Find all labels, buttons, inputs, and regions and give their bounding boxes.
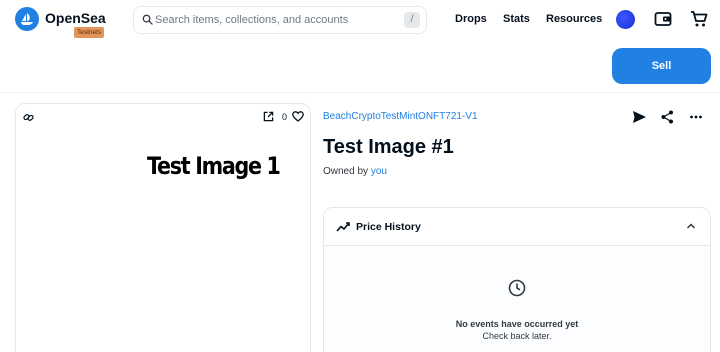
search-bar[interactable]: Search items, collections, and accounts … bbox=[133, 6, 427, 34]
cart-icon[interactable] bbox=[690, 10, 708, 28]
opensea-logo-icon[interactable] bbox=[15, 7, 39, 31]
profile-avatar[interactable] bbox=[616, 10, 635, 29]
price-history-header[interactable]: Price History bbox=[324, 208, 710, 246]
top-navbar: OpenSea Testnets Search items, collectio… bbox=[0, 0, 720, 40]
media-toolbar: 0 bbox=[16, 104, 310, 130]
transfer-icon[interactable] bbox=[632, 110, 647, 124]
nav-stats[interactable]: Stats bbox=[503, 13, 530, 25]
owned-by: Owned by you bbox=[323, 166, 387, 177]
sell-button[interactable]: Sell bbox=[612, 48, 711, 84]
clock-icon bbox=[508, 279, 526, 297]
item-title: Test Image #1 bbox=[323, 136, 454, 158]
heart-icon[interactable] bbox=[292, 111, 304, 122]
nft-image: Test Image 1 bbox=[147, 152, 281, 180]
more-options-icon[interactable] bbox=[689, 110, 703, 124]
nav-resources[interactable]: Resources bbox=[546, 13, 602, 25]
empty-state-subtitle: Check back later. bbox=[482, 331, 552, 341]
testnets-badge: Testnets bbox=[74, 27, 105, 38]
price-history-panel: Price History No events have occurred ye… bbox=[323, 207, 711, 352]
item-media-card: 0 Test Image 1 bbox=[15, 103, 311, 352]
price-history-title: Price History bbox=[356, 221, 421, 233]
price-history-body: No events have occurred yet Check back l… bbox=[324, 246, 710, 352]
divider bbox=[0, 92, 720, 93]
empty-state-title: No events have occurred yet bbox=[455, 319, 579, 329]
open-external-icon[interactable] bbox=[263, 111, 274, 122]
chevron-up-icon[interactable] bbox=[686, 222, 696, 230]
trending-icon bbox=[336, 222, 350, 232]
favorite-count: 0 bbox=[282, 112, 288, 122]
search-shortcut-key: / bbox=[404, 12, 420, 28]
search-icon bbox=[142, 14, 153, 25]
share-icon[interactable] bbox=[661, 110, 674, 124]
wallet-icon[interactable] bbox=[654, 10, 672, 28]
owned-by-label: Owned by bbox=[323, 166, 369, 177]
owner-link[interactable]: you bbox=[371, 166, 387, 177]
chain-link-icon[interactable] bbox=[23, 112, 34, 123]
nav-drops[interactable]: Drops bbox=[455, 13, 487, 25]
brand-name[interactable]: OpenSea bbox=[45, 10, 106, 26]
collection-link[interactable]: BeachCryptoTestMintONFT721-V1 bbox=[323, 111, 478, 122]
search-input[interactable]: Search items, collections, and accounts bbox=[155, 14, 348, 26]
